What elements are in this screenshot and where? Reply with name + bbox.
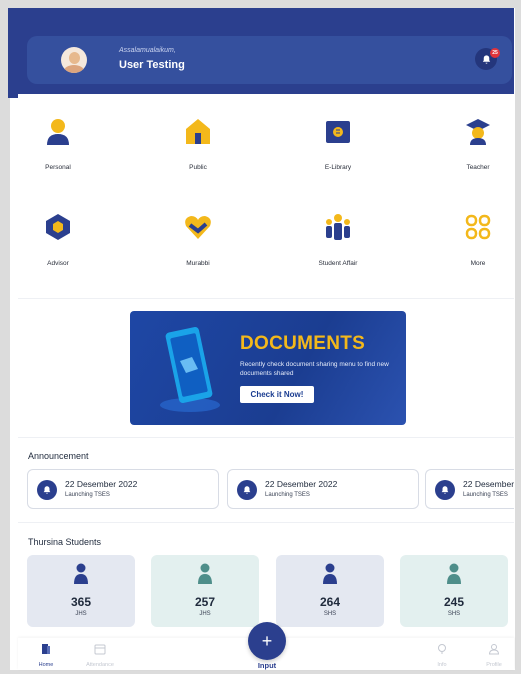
bell-icon bbox=[435, 480, 455, 500]
menu-label: Teacher bbox=[466, 164, 490, 171]
stat-label: SHS bbox=[323, 611, 337, 617]
students-title: Thursina Students bbox=[28, 537, 102, 547]
divider bbox=[18, 298, 514, 299]
greeting-text: Assalamualaikum, bbox=[119, 47, 176, 54]
notification-badge: 25 bbox=[490, 48, 500, 58]
nav-label: Profile bbox=[486, 662, 502, 668]
bell-icon bbox=[37, 480, 57, 500]
nav-item-profile[interactable]: Profile bbox=[474, 642, 514, 668]
input-label: Input bbox=[257, 661, 277, 670]
student-female-icon bbox=[447, 563, 461, 584]
menu-grid: Personal Public E-Library Teacher Adviso… bbox=[18, 94, 514, 294]
book-icon bbox=[326, 121, 350, 143]
user-icon bbox=[488, 644, 500, 655]
announcement-date: 22 Desember 2022 bbox=[265, 479, 338, 489]
nav-label: Info bbox=[437, 662, 447, 668]
group-icon bbox=[326, 214, 350, 240]
student-stat-card[interactable]: 365 JHS bbox=[27, 555, 135, 627]
nav-item-home[interactable]: Home bbox=[26, 642, 66, 668]
nav-item-info[interactable]: Info bbox=[422, 642, 462, 668]
documents-banner[interactable]: DOCUMENTS Recently check document sharin… bbox=[130, 311, 406, 425]
announcement-title: Announcement bbox=[28, 451, 89, 461]
grid-icon bbox=[465, 214, 491, 240]
student-female-icon bbox=[198, 563, 212, 584]
announcement-description: Launching TSES bbox=[463, 492, 508, 498]
announcement-card[interactable]: 22 Desember 2022 Launching TSES bbox=[27, 469, 219, 509]
menu-label: More bbox=[470, 260, 486, 267]
person-icon bbox=[47, 119, 69, 145]
student-stat-card[interactable]: 264 SHS bbox=[276, 555, 384, 627]
menu-item-public[interactable]: Public bbox=[158, 116, 238, 172]
heart-handshake-icon bbox=[185, 216, 211, 239]
stat-value: 365 bbox=[70, 595, 92, 609]
avatar[interactable] bbox=[61, 47, 87, 73]
menu-item-teacher[interactable]: Teacher bbox=[438, 116, 518, 172]
graduation-cap-icon bbox=[466, 119, 490, 145]
home-icon bbox=[42, 644, 50, 654]
bell-icon bbox=[237, 480, 257, 500]
input-fab-button[interactable]: + bbox=[248, 622, 286, 660]
calendar-icon bbox=[94, 644, 106, 655]
username: User Testing bbox=[119, 59, 185, 71]
announcement-description: Launching TSES bbox=[65, 492, 110, 498]
menu-item-elibrary[interactable]: E-Library bbox=[298, 116, 378, 172]
student-stat-card[interactable]: 245 SHS bbox=[400, 555, 508, 627]
stat-value: 257 bbox=[194, 595, 216, 609]
divider bbox=[18, 522, 514, 523]
check-it-now-button[interactable]: Check it Now! bbox=[240, 386, 314, 403]
student-stat-card[interactable]: 257 JHS bbox=[151, 555, 259, 627]
nav-label: Home bbox=[38, 662, 54, 668]
menu-label: Murabbi bbox=[186, 260, 210, 267]
divider bbox=[18, 437, 514, 438]
announcement-description: Launching TSES bbox=[265, 492, 310, 498]
student-male-icon bbox=[323, 563, 337, 584]
announcement-date: 22 Desember bbox=[463, 479, 515, 489]
stat-label: JHS bbox=[199, 611, 211, 617]
menu-item-personal[interactable]: Personal bbox=[18, 116, 98, 172]
stat-label: SHS bbox=[447, 611, 461, 617]
stat-value: 264 bbox=[319, 595, 341, 609]
stat-value: 245 bbox=[443, 595, 465, 609]
menu-item-student-affair[interactable]: Student Affair bbox=[298, 212, 378, 268]
user-header: Assalamualaikum, User Testing 25 bbox=[27, 36, 512, 84]
menu-item-advisor[interactable]: Advisor bbox=[18, 212, 98, 268]
menu-label: Advisor bbox=[47, 260, 69, 267]
menu-label: Personal bbox=[45, 164, 71, 171]
menu-label: E-Library bbox=[324, 164, 352, 171]
announcement-card[interactable]: 22 Desember 2022 Launching TSES bbox=[227, 469, 419, 509]
announcement-card[interactable]: 22 Desember Launching TSES bbox=[425, 469, 514, 509]
phone-illustration bbox=[160, 326, 220, 412]
student-male-icon bbox=[74, 563, 88, 584]
banner-title: DOCUMENTS bbox=[240, 333, 366, 354]
plus-icon: + bbox=[261, 630, 273, 651]
menu-label: Public bbox=[189, 164, 207, 171]
hexagon-icon bbox=[46, 214, 70, 240]
stat-label: JHS bbox=[75, 611, 87, 617]
menu-label: Student Affair bbox=[318, 260, 358, 267]
menu-item-more[interactable]: More bbox=[438, 212, 518, 268]
bulb-icon bbox=[438, 644, 446, 654]
nav-label: Attendance bbox=[86, 662, 114, 668]
house-icon bbox=[186, 119, 210, 144]
banner-subtitle: Recently check document sharing menu to … bbox=[240, 361, 389, 378]
nav-item-attendance[interactable]: Attendance bbox=[80, 642, 120, 668]
menu-item-murabbi[interactable]: Murabbi bbox=[158, 212, 238, 268]
announcement-date: 22 Desember 2022 bbox=[65, 479, 138, 489]
